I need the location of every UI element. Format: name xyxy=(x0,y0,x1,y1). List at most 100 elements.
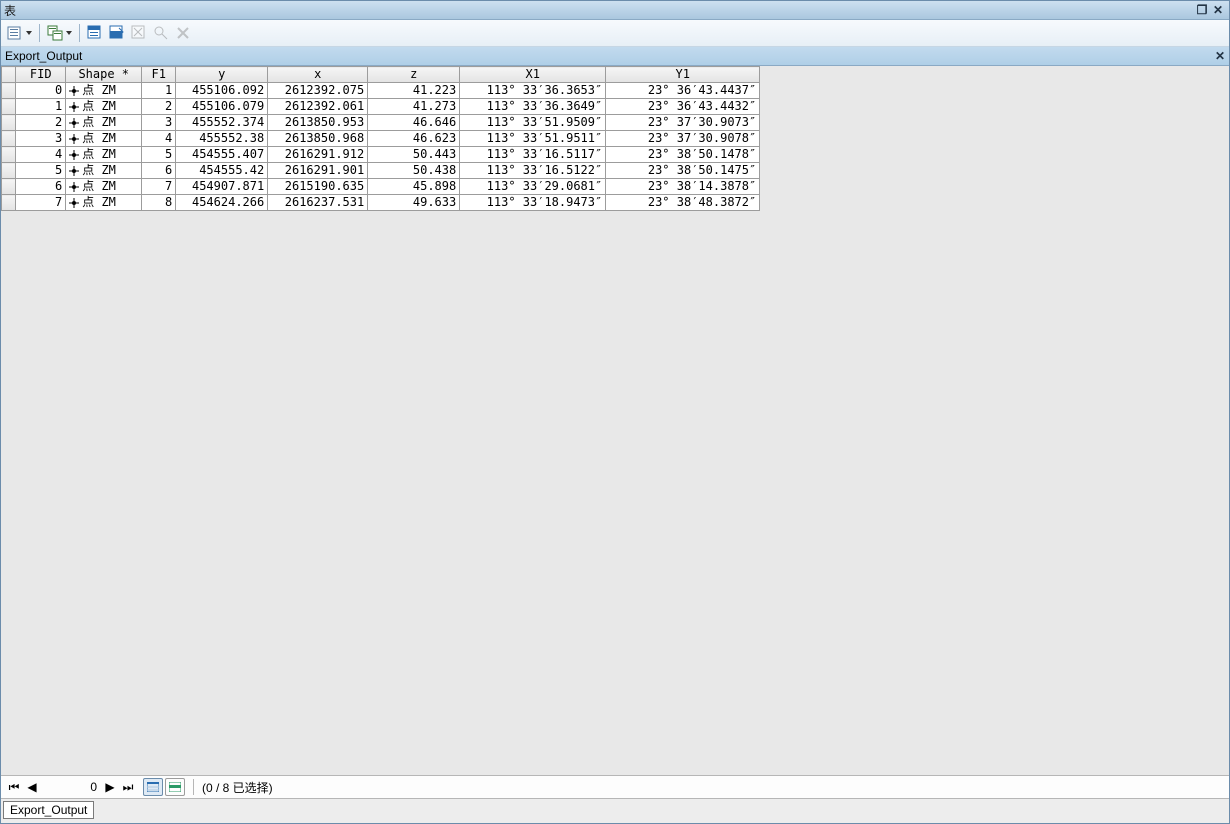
col-header-shape[interactable]: Shape * xyxy=(66,67,142,83)
col-header-x1[interactable]: X1 xyxy=(460,67,606,83)
switch-selection-button[interactable] xyxy=(107,24,127,42)
cell-f1[interactable]: 7 xyxy=(142,179,176,195)
cell-y[interactable]: 454624.266 xyxy=(176,195,268,211)
row-selector[interactable] xyxy=(2,163,16,179)
row-selector[interactable] xyxy=(2,179,16,195)
table-row[interactable]: 4点 ZM5454555.4072616291.91250.443113° 33… xyxy=(2,147,760,163)
nav-next-button[interactable]: ▶ xyxy=(103,780,117,794)
select-by-attributes-button[interactable] xyxy=(85,24,105,42)
show-selected-records-button[interactable] xyxy=(165,778,185,796)
nav-first-button[interactable]: ⏮ xyxy=(7,780,21,795)
cell-fid[interactable]: 1 xyxy=(16,99,66,115)
cell-shape[interactable]: 点 ZM xyxy=(66,131,142,147)
cell-f1[interactable]: 4 xyxy=(142,131,176,147)
cell-x1[interactable]: 113° 33′51.9509″ xyxy=(460,115,606,131)
table-options-button[interactable] xyxy=(5,24,34,42)
cell-x1[interactable]: 113° 33′18.9473″ xyxy=(460,195,606,211)
cell-x[interactable]: 2616237.531 xyxy=(268,195,368,211)
row-selector[interactable] xyxy=(2,115,16,131)
cell-f1[interactable]: 6 xyxy=(142,163,176,179)
cell-x[interactable]: 2612392.061 xyxy=(268,99,368,115)
cell-z[interactable]: 46.623 xyxy=(368,131,460,147)
cell-x1[interactable]: 113° 33′36.3649″ xyxy=(460,99,606,115)
cell-fid[interactable]: 0 xyxy=(16,83,66,99)
zoom-selection-button[interactable] xyxy=(151,24,171,42)
grid-viewport[interactable]: FID Shape * F1 y x z X1 Y1 0点 ZM1455106.… xyxy=(1,66,1229,775)
cell-z[interactable]: 49.633 xyxy=(368,195,460,211)
cell-y[interactable]: 454555.407 xyxy=(176,147,268,163)
cell-z[interactable]: 46.646 xyxy=(368,115,460,131)
cell-shape[interactable]: 点 ZM xyxy=(66,99,142,115)
cell-f1[interactable]: 3 xyxy=(142,115,176,131)
table-row[interactable]: 2点 ZM3455552.3742613850.95346.646113° 33… xyxy=(2,115,760,131)
tab-export-output[interactable]: Export_Output xyxy=(3,801,94,819)
cell-f1[interactable]: 1 xyxy=(142,83,176,99)
col-header-fid[interactable]: FID xyxy=(16,67,66,83)
cell-x[interactable]: 2613850.953 xyxy=(268,115,368,131)
cell-shape[interactable]: 点 ZM xyxy=(66,83,142,99)
table-row[interactable]: 6点 ZM7454907.8712615190.63545.898113° 33… xyxy=(2,179,760,195)
cell-shape[interactable]: 点 ZM xyxy=(66,179,142,195)
cell-y1[interactable]: 23° 38′48.3872″ xyxy=(606,195,760,211)
cell-f1[interactable]: 8 xyxy=(142,195,176,211)
table-row[interactable]: 5点 ZM6454555.422616291.90150.438113° 33′… xyxy=(2,163,760,179)
cell-x[interactable]: 2616291.901 xyxy=(268,163,368,179)
show-all-records-button[interactable] xyxy=(143,778,163,796)
cell-y[interactable]: 454907.871 xyxy=(176,179,268,195)
cell-y1[interactable]: 23° 36′43.4437″ xyxy=(606,83,760,99)
cell-shape[interactable]: 点 ZM xyxy=(66,195,142,211)
cell-x1[interactable]: 113° 33′51.9511″ xyxy=(460,131,606,147)
cell-y[interactable]: 455552.38 xyxy=(176,131,268,147)
cell-y[interactable]: 455106.092 xyxy=(176,83,268,99)
cell-x1[interactable]: 113° 33′16.5117″ xyxy=(460,147,606,163)
col-header-y[interactable]: y xyxy=(176,67,268,83)
table-row[interactable]: 0点 ZM1455106.0922612392.07541.223113° 33… xyxy=(2,83,760,99)
cell-fid[interactable]: 4 xyxy=(16,147,66,163)
cell-fid[interactable]: 5 xyxy=(16,163,66,179)
cell-shape[interactable]: 点 ZM xyxy=(66,163,142,179)
cell-y1[interactable]: 23° 37′30.9078″ xyxy=(606,131,760,147)
related-tables-button[interactable] xyxy=(45,24,74,42)
table-row[interactable]: 7点 ZM8454624.2662616237.53149.633113° 33… xyxy=(2,195,760,211)
row-selector[interactable] xyxy=(2,195,16,211)
cell-x[interactable]: 2615190.635 xyxy=(268,179,368,195)
delete-selection-button[interactable] xyxy=(173,24,193,42)
cell-z[interactable]: 50.438 xyxy=(368,163,460,179)
col-header-x[interactable]: x xyxy=(268,67,368,83)
cell-x1[interactable]: 113° 33′16.5122″ xyxy=(460,163,606,179)
cell-z[interactable]: 41.223 xyxy=(368,83,460,99)
table-row[interactable]: 1点 ZM2455106.0792612392.06141.273113° 33… xyxy=(2,99,760,115)
cell-y[interactable]: 455106.079 xyxy=(176,99,268,115)
close-icon[interactable]: ✕ xyxy=(1210,3,1226,17)
row-selector-header[interactable] xyxy=(2,67,16,83)
row-selector[interactable] xyxy=(2,131,16,147)
cell-x[interactable]: 2612392.075 xyxy=(268,83,368,99)
cell-shape[interactable]: 点 ZM xyxy=(66,115,142,131)
table-row[interactable]: 3点 ZM4455552.382613850.96846.623113° 33′… xyxy=(2,131,760,147)
cell-z[interactable]: 41.273 xyxy=(368,99,460,115)
col-header-y1[interactable]: Y1 xyxy=(606,67,760,83)
row-selector[interactable] xyxy=(2,83,16,99)
cell-z[interactable]: 50.443 xyxy=(368,147,460,163)
cell-y[interactable]: 455552.374 xyxy=(176,115,268,131)
nav-prev-button[interactable]: ◀ xyxy=(25,780,39,794)
cell-y[interactable]: 454555.42 xyxy=(176,163,268,179)
nav-last-button[interactable]: ⏭ xyxy=(121,780,135,795)
cell-fid[interactable]: 7 xyxy=(16,195,66,211)
cell-y1[interactable]: 23° 38′14.3878″ xyxy=(606,179,760,195)
cell-y1[interactable]: 23° 38′50.1478″ xyxy=(606,147,760,163)
row-selector[interactable] xyxy=(2,147,16,163)
cell-x1[interactable]: 113° 33′29.0681″ xyxy=(460,179,606,195)
cell-x1[interactable]: 113° 33′36.3653″ xyxy=(460,83,606,99)
cell-fid[interactable]: 6 xyxy=(16,179,66,195)
cell-z[interactable]: 45.898 xyxy=(368,179,460,195)
panel-close-icon[interactable]: ✕ xyxy=(1215,49,1225,63)
col-header-z[interactable]: z xyxy=(368,67,460,83)
cell-fid[interactable]: 2 xyxy=(16,115,66,131)
cell-fid[interactable]: 3 xyxy=(16,131,66,147)
col-header-f1[interactable]: F1 xyxy=(142,67,176,83)
cell-x[interactable]: 2616291.912 xyxy=(268,147,368,163)
cell-shape[interactable]: 点 ZM xyxy=(66,147,142,163)
cell-f1[interactable]: 5 xyxy=(142,147,176,163)
row-selector[interactable] xyxy=(2,99,16,115)
